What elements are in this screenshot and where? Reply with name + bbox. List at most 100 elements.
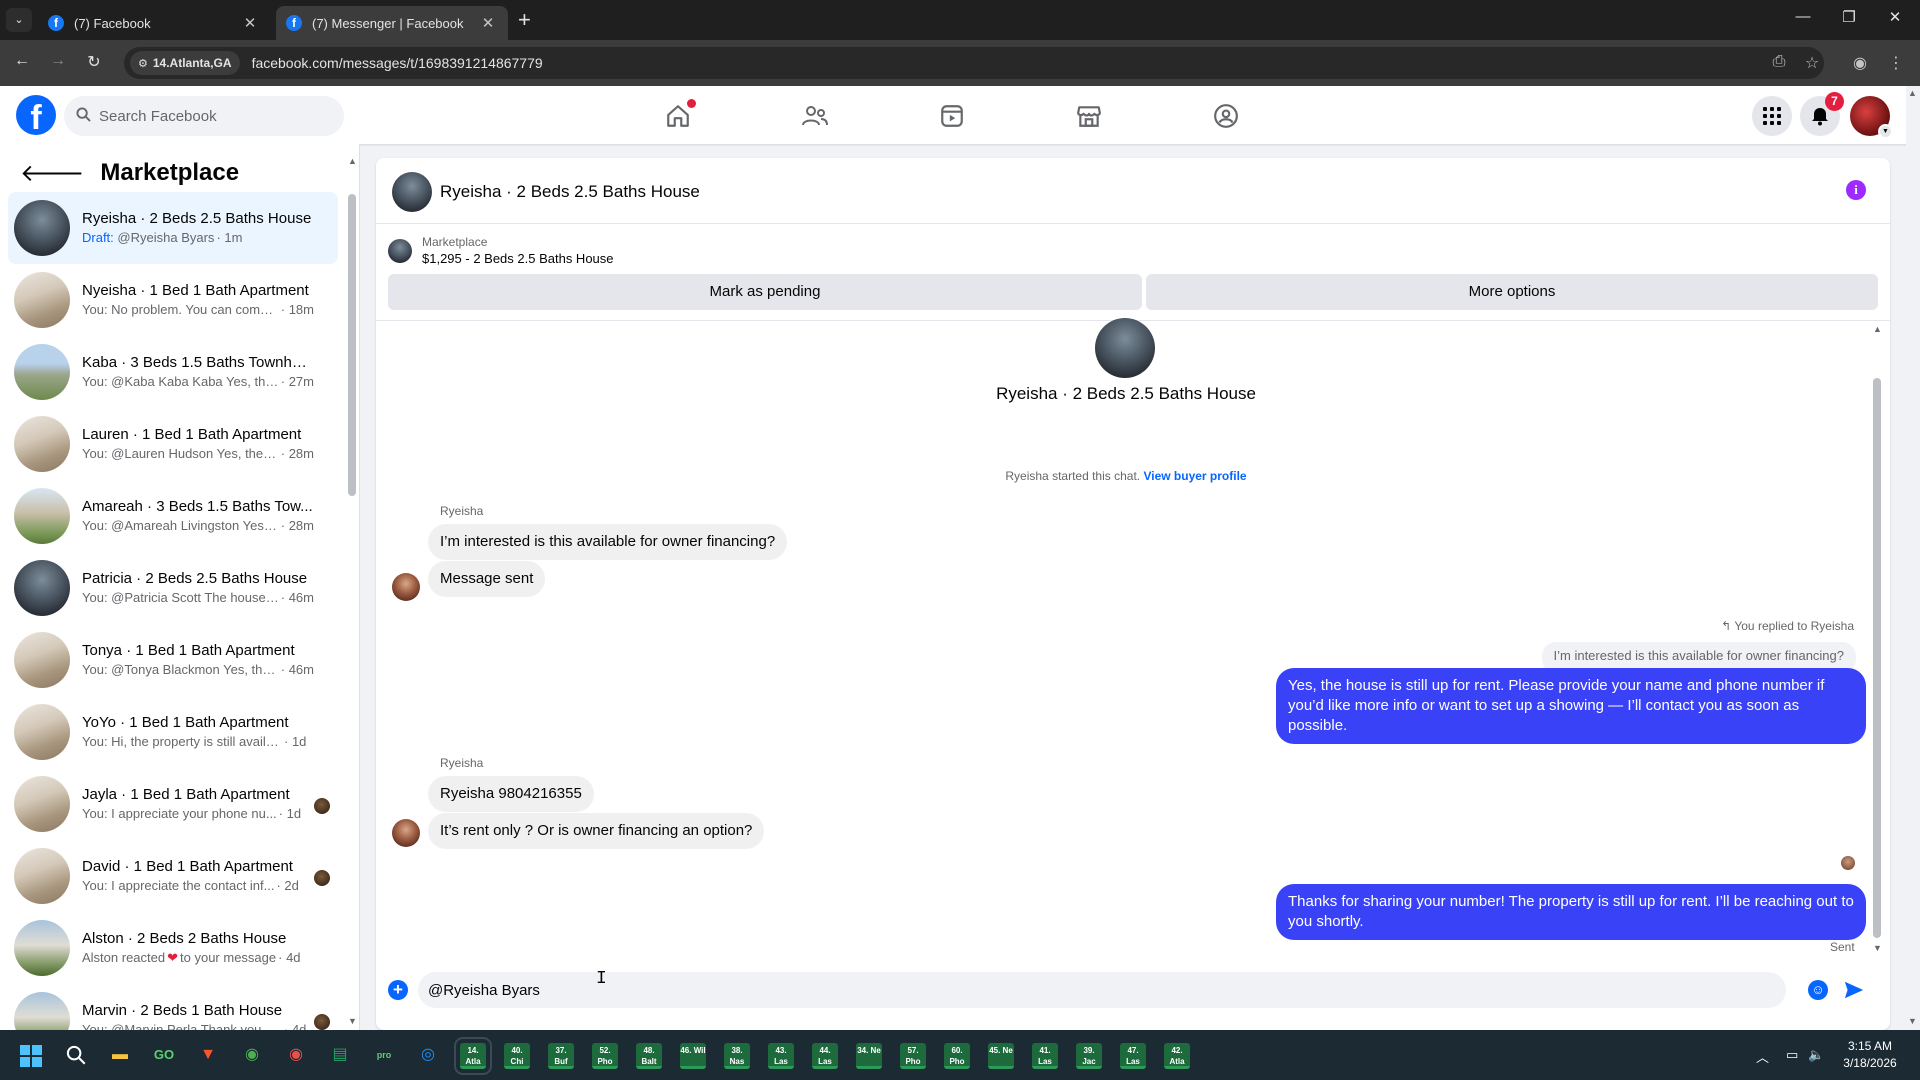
conversation-item[interactable]: Jayla · 1 Bed 1 Bath Apartment You: I ap… <box>8 768 338 840</box>
outgoing-message[interactable]: Thanks for sharing your number! The prop… <box>1276 884 1866 940</box>
browser-tab-messenger[interactable]: f (7) Messenger | Facebook ✕ <box>276 6 508 40</box>
chrome-icon[interactable]: ◉ <box>236 1039 268 1071</box>
search-icon[interactable] <box>60 1039 92 1071</box>
forward-icon[interactable]: → <box>46 52 70 70</box>
sidebar-scrollbar[interactable] <box>348 194 356 496</box>
mark-as-pending-button[interactable]: Mark as pending <box>388 274 1142 310</box>
taskbar-app[interactable]: 52. Pho <box>592 1043 618 1069</box>
url-text[interactable]: facebook.com/messages/t/1698391214867779 <box>252 55 543 71</box>
outgoing-message[interactable]: Yes, the house is still up for rent. Ple… <box>1276 668 1866 744</box>
scroll-down-arrow-icon[interactable]: ▼ <box>1873 943 1882 953</box>
conversation-item[interactable]: Ryeisha · 2 Beds 2.5 Baths House Draft: … <box>8 192 338 264</box>
app-circle-icon[interactable]: ◎ <box>412 1039 444 1071</box>
groups-nav-button[interactable] <box>1206 96 1246 136</box>
taskbar-app[interactable]: 48. Balt <box>636 1043 662 1069</box>
incoming-message[interactable]: I’m interested is this available for own… <box>428 524 788 560</box>
conversation-item[interactable]: Lauren · 1 Bed 1 Bath Apartment You: @La… <box>8 408 338 480</box>
bookmark-star-icon[interactable]: ☆ <box>1801 53 1823 73</box>
install-app-icon[interactable]: ⎙ <box>1768 53 1790 71</box>
address-bar[interactable]: ⚙ 14.Atlanta,GA facebook.com/messages/t/… <box>124 47 1824 79</box>
info-icon[interactable]: i <box>1846 180 1866 200</box>
thread-scrollbar[interactable] <box>1873 378 1881 938</box>
conversation-item[interactable]: Patricia · 2 Beds 2.5 Baths House You: @… <box>8 552 338 624</box>
close-tab-icon[interactable]: ✕ <box>242 14 258 32</box>
page-scrollbar[interactable]: ▲ ▼ <box>1906 86 1920 1030</box>
restore-icon[interactable]: ❐ <box>1826 8 1872 26</box>
facebook-logo-icon[interactable]: f <box>16 95 56 135</box>
browser-tab-facebook[interactable]: f (7) Facebook ✕ <box>38 6 270 40</box>
send-icon[interactable] <box>1840 976 1868 1004</box>
chat-title[interactable]: Ryeisha · 2 Beds 2.5 Baths House <box>440 182 700 202</box>
volume-icon[interactable]: 🔈 <box>1808 1047 1824 1063</box>
plus-icon[interactable]: + <box>388 980 408 1000</box>
taskbar-app[interactable]: 34. Ne <box>856 1043 882 1069</box>
notifications-button[interactable]: 7 <box>1800 92 1844 136</box>
more-options-button[interactable]: More options <box>1146 274 1878 310</box>
taskbar-app[interactable]: 47. Las <box>1120 1043 1146 1069</box>
conversation-item[interactable]: Nyeisha · 1 Bed 1 Bath Apartment You: No… <box>8 264 338 336</box>
taskbar-app[interactable]: 43. Las <box>768 1043 794 1069</box>
conversation-item[interactable]: David · 1 Bed 1 Bath Apartment You: I ap… <box>8 840 338 912</box>
conversation-item[interactable]: Alston · 2 Beds 2 Baths House Alston rea… <box>8 912 338 984</box>
marketplace-nav-button[interactable] <box>1069 96 1109 136</box>
app-gemlogin-icon[interactable]: GO <box>148 1039 180 1071</box>
minimize-icon[interactable]: — <box>1780 8 1826 25</box>
taskbar-app[interactable]: 38. Nas <box>724 1043 750 1069</box>
brave-browser-icon[interactable]: ▼ <box>192 1039 224 1071</box>
scroll-up-arrow-icon[interactable]: ▲ <box>1908 88 1917 98</box>
emoji-icon[interactable]: ☺ <box>1808 980 1828 1000</box>
back-arrow-icon[interactable]: 🡐 <box>20 158 84 188</box>
taskbar-app[interactable]: 46. Wil <box>680 1043 706 1069</box>
spreadsheet-icon[interactable]: ▤ <box>324 1039 356 1071</box>
friends-nav-button[interactable] <box>795 96 835 136</box>
taskbar-app[interactable]: 41. Las <box>1032 1043 1058 1069</box>
search-input[interactable] <box>99 107 319 125</box>
taskbar-app[interactable]: 44. Las <box>812 1043 838 1069</box>
taskbar-app[interactable]: 45. Ne <box>988 1043 1014 1069</box>
view-buyer-profile-link[interactable]: View buyer profile <box>1143 469 1246 483</box>
chat-avatar[interactable] <box>392 172 432 212</box>
conversation-item[interactable]: Kaba · 3 Beds 1.5 Baths Townhou... You: … <box>8 336 338 408</box>
app-profile-icon[interactable]: pro <box>368 1039 400 1071</box>
incoming-message[interactable]: Message sent <box>428 561 546 597</box>
conversation-item[interactable]: Marvin · 2 Beds 1 Bath House You: @Marvi… <box>8 984 338 1030</box>
scroll-up-arrow-icon[interactable]: ▲ <box>348 156 357 166</box>
conversation-item[interactable]: YoYo · 1 Bed 1 Bath Apartment You: Hi, t… <box>8 696 338 768</box>
windows-start-icon[interactable] <box>20 1045 42 1067</box>
sender-avatar[interactable] <box>392 573 420 601</box>
taskbar-app[interactable]: 14. Atla <box>454 1037 492 1075</box>
reload-icon[interactable]: ↻ <box>82 52 106 72</box>
message-input-wrapper[interactable] <box>418 972 1786 1008</box>
menu-grid-button[interactable] <box>1752 96 1792 136</box>
chrome-menu-icon[interactable]: ⋮ <box>1885 53 1907 73</box>
taskbar-app[interactable]: 60. Pho <box>944 1043 970 1069</box>
chrome-profile-icon[interactable]: ◉ <box>280 1039 312 1071</box>
sender-avatar[interactable] <box>392 819 420 847</box>
scroll-down-arrow-icon[interactable]: ▼ <box>348 1016 357 1026</box>
account-avatar[interactable]: ▼ <box>1850 96 1893 139</box>
close-tab-icon[interactable]: ✕ <box>480 14 496 32</box>
taskbar-app[interactable]: 40. Chi <box>504 1043 530 1069</box>
network-icon[interactable]: ▭ <box>1786 1047 1798 1063</box>
profile-icon[interactable]: ◉ <box>1849 53 1871 73</box>
home-nav-button[interactable] <box>658 96 698 136</box>
back-icon[interactable]: ← <box>10 52 34 70</box>
incoming-message[interactable]: It’s rent only ? Or is owner financing a… <box>428 813 765 849</box>
scroll-up-arrow-icon[interactable]: ▲ <box>1873 324 1882 334</box>
tab-search-button[interactable]: ⌄ <box>6 8 32 32</box>
scroll-down-arrow-icon[interactable]: ▼ <box>1908 1016 1917 1026</box>
conversation-item[interactable]: Tonya · 1 Bed 1 Bath Apartment You: @Ton… <box>8 624 338 696</box>
facebook-search[interactable] <box>64 96 344 136</box>
taskbar-app[interactable]: 57. Pho <box>900 1043 926 1069</box>
taskbar-app[interactable]: 42. Atla <box>1164 1043 1190 1069</box>
window-close-icon[interactable]: ✕ <box>1872 8 1918 26</box>
taskbar-app[interactable]: 39. Jac <box>1076 1043 1102 1069</box>
message-input[interactable] <box>428 981 1728 999</box>
location-chip[interactable]: ⚙ 14.Atlanta,GA <box>130 51 240 75</box>
file-explorer-icon[interactable]: ▬ <box>104 1039 136 1071</box>
system-clock[interactable]: 3:15 AM 3/18/2026 <box>1830 1038 1910 1072</box>
listing-summary[interactable]: Marketplace $1,295 - 2 Beds 2.5 Baths Ho… <box>388 234 614 268</box>
incoming-message[interactable]: Ryeisha 9804216355 <box>428 776 594 812</box>
conversation-item[interactable]: Amareah · 3 Beds 1.5 Baths Tow... You: @… <box>8 480 338 552</box>
new-tab-button[interactable]: + <box>518 8 531 32</box>
